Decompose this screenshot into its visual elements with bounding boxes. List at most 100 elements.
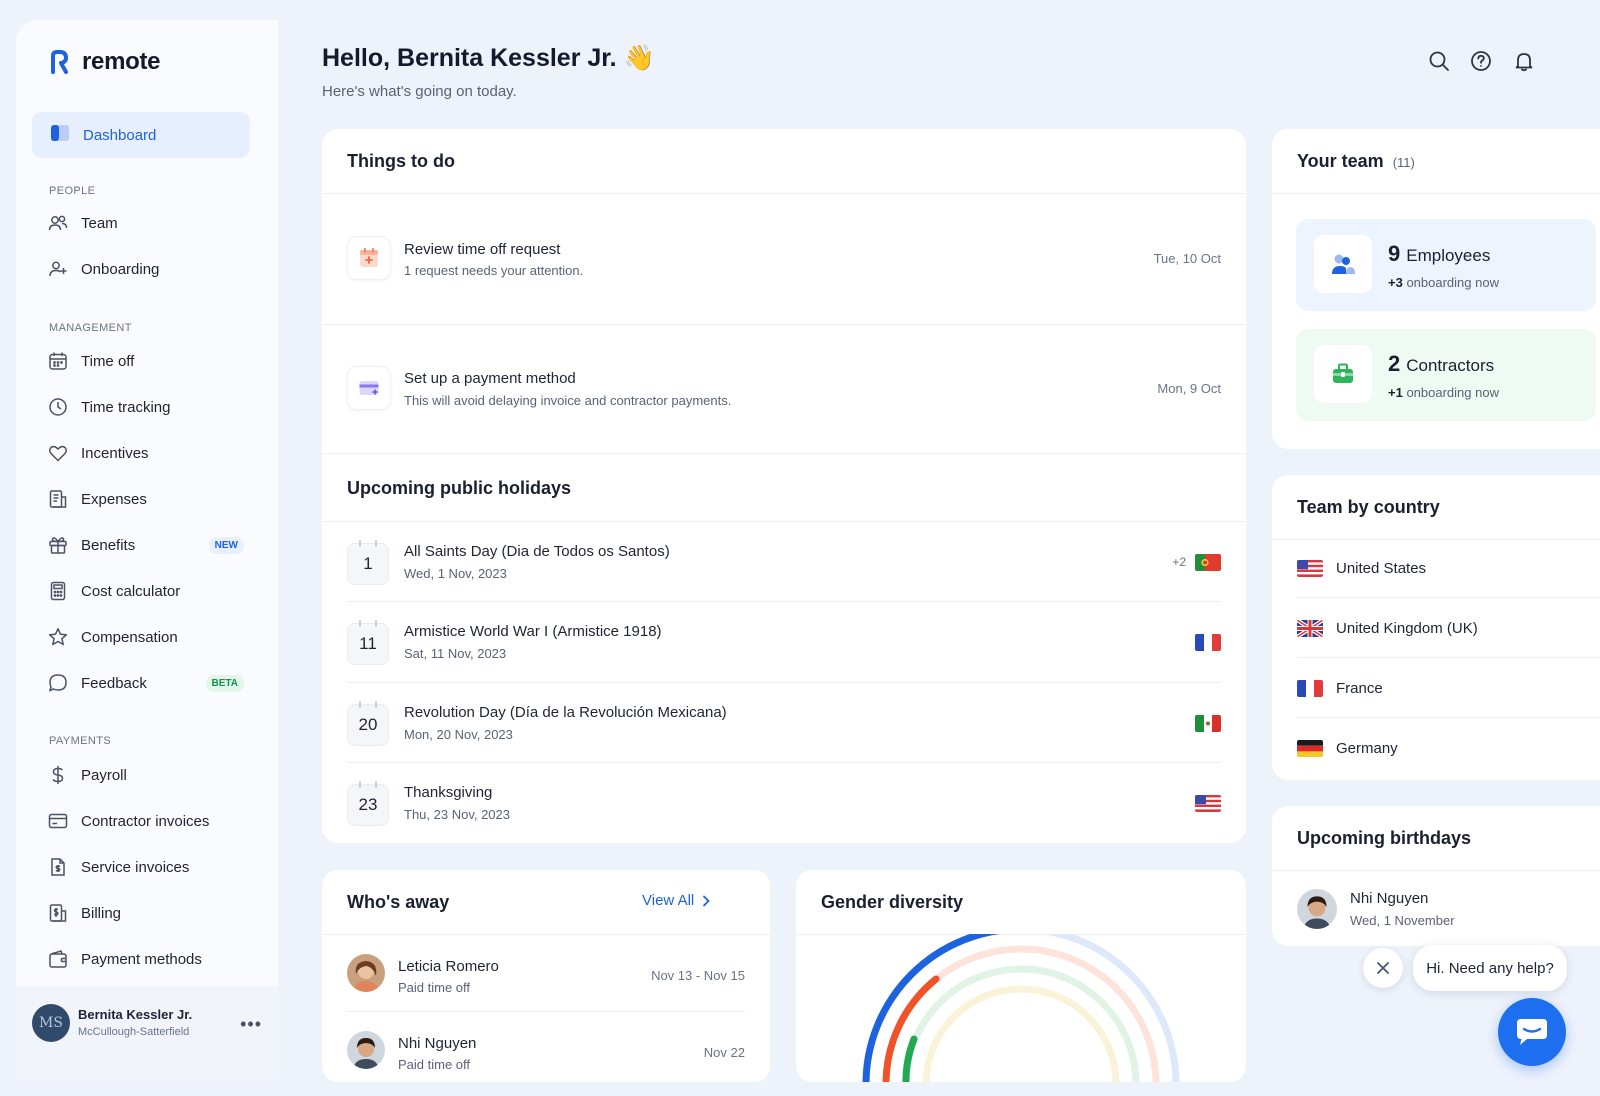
whos-away-title: Who's away xyxy=(347,892,450,912)
notification-bell-icon[interactable] xyxy=(1513,50,1535,72)
sidebar-item-cost-calculator[interactable]: Cost calculator xyxy=(48,576,248,606)
gift-icon xyxy=(49,537,67,554)
user-name: Bernita Kessler Jr. xyxy=(78,1007,193,1022)
sidebar-item-incentives[interactable]: Incentives xyxy=(48,438,248,468)
time-off-request-icon xyxy=(347,236,391,280)
clock-icon xyxy=(49,398,67,416)
sidebar-item-billing[interactable]: Billing xyxy=(48,898,248,928)
sidebar-item-benefits[interactable]: Benefits NEW xyxy=(48,530,248,560)
time-off-type: Paid time off xyxy=(398,980,471,995)
divider xyxy=(1272,870,1600,871)
ring-track-4 xyxy=(922,985,1120,1082)
holiday-date: Wed, 1 Nov, 2023 xyxy=(404,566,507,581)
contractors-onboarding-label: onboarding now xyxy=(1406,385,1499,400)
sidebar-item-label: Payroll xyxy=(81,766,127,784)
more-countries-count: +2 xyxy=(1172,555,1186,569)
billing-icon xyxy=(49,904,67,922)
sidebar-item-compensation[interactable]: Compensation xyxy=(48,622,248,652)
time-off-dates: Nov 13 - Nov 15 xyxy=(651,968,745,983)
close-icon xyxy=(1377,962,1389,974)
user-account-card[interactable]: MS Bernita Kessler Jr. McCullough-Satter… xyxy=(16,986,278,1080)
sidebar-item-feedback[interactable]: Feedback BETA xyxy=(48,668,248,698)
sidebar-item-label: Compensation xyxy=(81,628,178,646)
country-name: United States xyxy=(1336,559,1427,577)
uk-flag-icon xyxy=(1297,619,1323,637)
sidebar-item-payroll[interactable]: Payroll xyxy=(48,760,248,790)
todo-description: 1 request needs your attention. xyxy=(404,263,584,278)
divider xyxy=(347,601,1221,602)
remote-logo-icon xyxy=(46,49,72,75)
todo-title: Set up a payment method xyxy=(404,370,576,387)
france-flag-icon xyxy=(1297,679,1323,697)
gender-diversity-title: Gender diversity xyxy=(821,892,964,912)
heart-icon xyxy=(49,445,67,462)
holiday-name: Thanksgiving xyxy=(404,784,493,801)
sidebar-item-label: Incentives xyxy=(81,444,149,462)
france-flag-icon xyxy=(1195,634,1221,651)
contractors-briefcase-icon xyxy=(1314,345,1372,403)
more-options-icon[interactable]: ••• xyxy=(240,1014,262,1035)
us-flag-icon xyxy=(1195,795,1221,812)
avatar xyxy=(347,1031,385,1069)
whos-away-card: Who's away View All Leticia Romero Paid … xyxy=(322,870,770,1082)
sidebar-item-time-tracking[interactable]: Time tracking xyxy=(48,392,248,422)
todo-date: Mon, 9 Oct xyxy=(1157,381,1221,396)
sidebar-item-label: Billing xyxy=(81,904,122,922)
sidebar-item-expenses[interactable]: Expenses xyxy=(48,484,248,514)
holiday-date: Mon, 20 Nov, 2023 xyxy=(404,727,513,742)
employees-summary[interactable]: 9 Employees +3 onboarding now xyxy=(1296,219,1596,311)
sidebar-item-dashboard[interactable]: Dashboard xyxy=(32,112,250,158)
sidebar-item-time-off[interactable]: Time off xyxy=(48,346,248,376)
section-people: PEOPLE xyxy=(49,185,96,197)
sidebar-item-service-invoices[interactable]: Service invoices xyxy=(48,852,248,882)
todo-date: Tue, 10 Oct xyxy=(1153,251,1221,266)
employees-onboarding-count: +3 xyxy=(1388,275,1403,290)
country-item-united-states[interactable]: United States xyxy=(1297,555,1426,581)
receipt-icon xyxy=(49,490,67,508)
your-team-card: Your team (11) 9 Employees +3 onboarding … xyxy=(1272,129,1600,449)
holiday-day: 1 xyxy=(347,540,389,585)
star-icon xyxy=(48,628,68,646)
divider xyxy=(1272,193,1600,194)
chat-support-button[interactable] xyxy=(1498,998,1566,1066)
view-all-link[interactable]: View All xyxy=(642,892,711,909)
page-title: Hello, Bernita Kessler Jr. 👋 xyxy=(322,44,655,72)
help-icon[interactable] xyxy=(1470,50,1492,72)
employees-count: 9 Employees xyxy=(1388,241,1490,267)
contractors-summary[interactable]: 2 Contractors +1 onboarding now xyxy=(1296,329,1596,421)
country-item-united-kingdom[interactable]: United Kingdom (UK) xyxy=(1297,615,1478,641)
sidebar-item-label: Feedback xyxy=(81,674,147,692)
divider xyxy=(347,1011,745,1012)
help-prompt-bubble[interactable]: Hi. Need any help? xyxy=(1413,945,1567,991)
holiday-date: Sat, 11 Nov, 2023 xyxy=(404,646,507,661)
todo-title: Review time off request xyxy=(404,241,561,258)
card-icon xyxy=(48,813,68,829)
sidebar-item-team[interactable]: Team xyxy=(48,208,248,238)
holiday-name: Revolution Day (Día de la Revolución Mex… xyxy=(404,704,727,721)
sidebar-item-contractor-invoices[interactable]: Contractor invoices xyxy=(48,806,248,836)
page-subtitle: Here's what's going on today. xyxy=(322,83,517,100)
close-help-button[interactable] xyxy=(1363,948,1403,988)
divider xyxy=(322,521,1246,522)
country-item-germany[interactable]: Germany xyxy=(1297,735,1398,761)
country-item-france[interactable]: France xyxy=(1297,675,1383,701)
divider xyxy=(347,762,1221,763)
search-icon[interactable] xyxy=(1428,50,1450,72)
logo[interactable]: remote xyxy=(46,48,161,76)
sidebar-item-label: Benefits xyxy=(81,536,136,554)
avatar xyxy=(347,954,385,992)
divider xyxy=(1297,597,1600,598)
user-organization: McCullough-Satterfield xyxy=(78,1026,190,1038)
calculator-icon xyxy=(50,581,66,601)
divider xyxy=(347,682,1221,683)
upcoming-birthdays-title: Upcoming birthdays xyxy=(1297,828,1472,848)
your-team-label: Your team xyxy=(1297,151,1384,171)
chat-icon xyxy=(48,674,67,692)
invoice-icon xyxy=(51,858,65,876)
sidebar-item-onboarding[interactable]: Onboarding xyxy=(48,254,248,284)
sidebar-item-payment-methods[interactable]: Payment methods xyxy=(48,944,248,974)
team-by-country-title: Team by country xyxy=(1297,497,1440,517)
country-name: Germany xyxy=(1336,739,1398,757)
holiday-day: 11 xyxy=(347,620,389,665)
time-off-type: Paid time off xyxy=(398,1057,471,1072)
